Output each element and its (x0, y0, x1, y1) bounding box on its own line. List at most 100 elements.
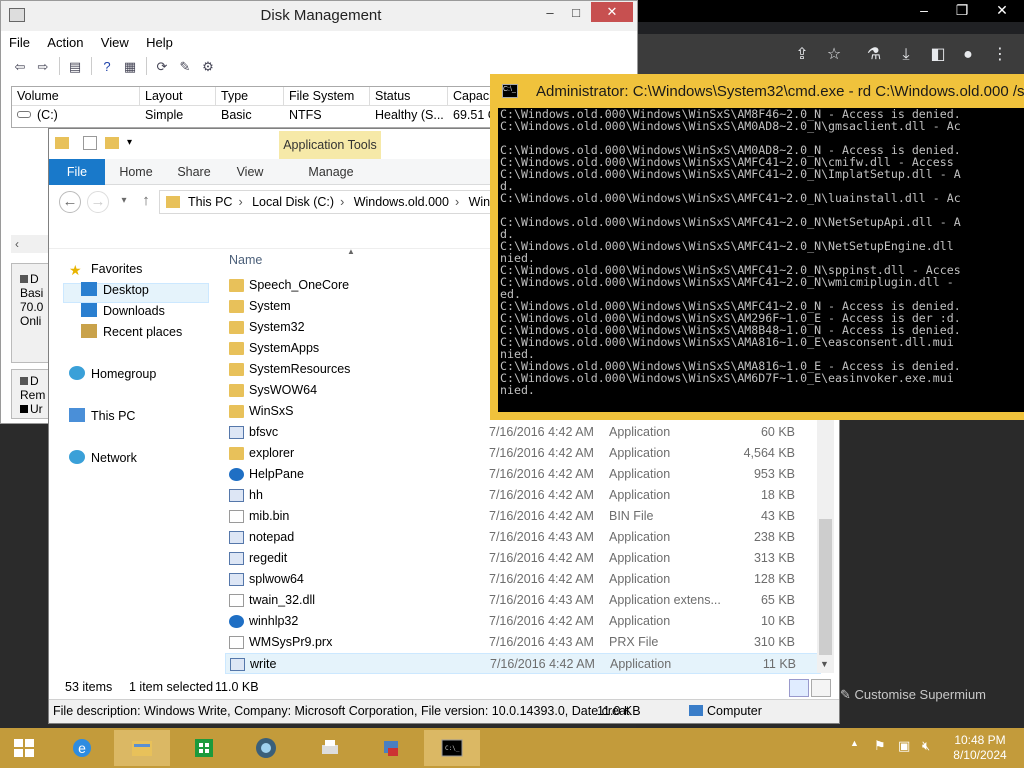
properties-icon[interactable]: ▦ (119, 57, 141, 77)
customise-button[interactable]: ✎ Customise Supermium (840, 684, 1010, 706)
dm-titlebar: Disk Management – □ ✕ (1, 1, 637, 31)
network-tray-icon[interactable]: ▣ (898, 738, 910, 754)
nav-favorites[interactable]: ★ Favorites (69, 259, 142, 279)
cmd-console[interactable]: C:\Windows.old.000\Windows\WinSxS\AM8F46… (498, 108, 1024, 412)
up-arrow-icon[interactable]: ↑ (135, 191, 157, 213)
nav-desktop[interactable]: Desktop (81, 280, 149, 300)
address-bar[interactable]: This PC › Local Disk (C:) › Windows.old.00… (159, 190, 499, 214)
details-view-icon[interactable] (789, 679, 809, 697)
properties-check-icon[interactable] (83, 136, 97, 150)
lab-flask-icon[interactable]: ⚗ (862, 44, 886, 66)
help-book-icon[interactable]: ? (96, 57, 118, 77)
dm-close-button[interactable]: ✕ (591, 2, 633, 22)
taskbar-store[interactable] (176, 730, 232, 766)
menu-action[interactable]: Action (47, 35, 83, 50)
file-row[interactable]: bfsvc 7/16/2016 4:42 AM Application 60 KB (225, 422, 821, 443)
nav-downloads[interactable]: Downloads (81, 301, 165, 321)
volume-muted-icon[interactable]: 🔇︎ (922, 738, 930, 754)
tab-share[interactable]: Share (169, 159, 219, 185)
col-type[interactable]: Type (216, 87, 284, 106)
close-icon[interactable]: ✕ (984, 0, 1020, 22)
breadcrumb-windows[interactable]: Win (469, 195, 491, 209)
recent-locations-icon[interactable]: ▾ (113, 191, 135, 213)
back-icon[interactable]: ← (59, 191, 81, 213)
menu-kebab-icon[interactable]: ⋮ (988, 44, 1012, 66)
disk1-label: D (12, 374, 52, 388)
nav-this-pc[interactable]: This PC (69, 406, 135, 426)
application-tools-tab[interactable]: Application Tools (279, 131, 381, 159)
col-status[interactable]: Status (370, 87, 448, 106)
bookmark-star-icon[interactable]: ☆ (822, 44, 846, 66)
side-panel-icon[interactable]: ◧ (926, 44, 950, 66)
profile-avatar-icon[interactable]: ● (956, 44, 980, 66)
scroll-down-icon[interactable]: ▼ (820, 659, 829, 669)
clock[interactable]: 10:48 PM 8/10/2024 (944, 733, 1016, 763)
column-header-name[interactable]: Name (229, 253, 262, 267)
file-row[interactable]: notepad 7/16/2016 4:43 AM Application 238 K… (225, 527, 821, 548)
forward-icon[interactable]: → (87, 191, 109, 213)
file-row[interactable]: hh 7/16/2016 4:42 AM Application 18 KB (225, 485, 821, 506)
large-icons-view-icon[interactable] (811, 679, 831, 697)
rescan-icon[interactable]: ✎ (174, 57, 196, 77)
breadcrumb-windowsold[interactable]: Windows.old.000 (354, 195, 449, 209)
taskbar-browser[interactable] (238, 730, 294, 766)
col-file-system[interactable]: File System (284, 87, 370, 106)
forward-arrow-icon[interactable]: ⇨ (32, 57, 54, 77)
breadcrumb-localdisk[interactable]: Local Disk (C:) (252, 195, 334, 209)
file-row[interactable]: WMSysPr9.prx 7/16/2016 4:43 AM PRX File 310… (225, 632, 821, 653)
taskbar-cmd[interactable]: C:\_ (424, 730, 480, 766)
scrollbar-thumb[interactable] (819, 519, 832, 655)
customize-qat-icon[interactable]: ▾ (127, 137, 132, 148)
cmd-titlebar[interactable]: C:\_ Administrator: C:\Windows\System32\… (490, 74, 1024, 108)
taskbar-file-explorer[interactable] (114, 730, 170, 766)
nav-network[interactable]: Network (69, 448, 137, 468)
file-name: winhlp32 (249, 614, 299, 628)
new-folder-icon[interactable] (105, 137, 119, 149)
menu-file[interactable]: File (9, 35, 30, 50)
file-row[interactable]: winhlp32 7/16/2016 4:42 AM Application 10 K… (225, 611, 821, 632)
file-name: SystemApps (249, 341, 320, 355)
breadcrumb-thispc[interactable]: This PC (188, 195, 232, 209)
action-center-flag-icon[interactable]: ⚑ (874, 738, 886, 754)
share-icon[interactable]: ⇪ (790, 44, 814, 66)
menu-help[interactable]: Help (146, 35, 173, 50)
console-tree-icon[interactable]: ▤ (64, 57, 86, 77)
tray-expand-icon[interactable]: ▲ (850, 738, 859, 748)
settings-icon[interactable]: ⚙ (197, 57, 219, 77)
dm-minimize-icon[interactable]: – (537, 3, 563, 25)
printer-icon (322, 740, 338, 754)
volume-row[interactable]: (C:) (12, 107, 140, 125)
file-row[interactable]: explorer 7/16/2016 4:42 AM Application 4,56… (225, 443, 821, 464)
cell-volume: (C:) (37, 108, 58, 122)
app-icon (229, 573, 244, 586)
taskbar-internet-explorer[interactable]: e (54, 730, 110, 766)
file-row[interactable]: mib.bin 7/16/2016 4:42 AM BIN File 43 KB (225, 506, 821, 527)
file-row[interactable]: regedit 7/16/2016 4:42 AM Application 313 K… (225, 548, 821, 569)
dm-maximize-icon[interactable]: □ (563, 3, 589, 25)
col-layout[interactable]: Layout (140, 87, 216, 106)
sort-up-icon: ▲ (347, 247, 355, 256)
file-row[interactable]: write 7/16/2016 4:42 AM Application 11 KB (225, 653, 821, 674)
tab-manage[interactable]: Manage (299, 159, 363, 185)
tab-home[interactable]: Home (111, 159, 161, 185)
restore-icon[interactable]: ❐ (944, 0, 980, 22)
nav-recent-places[interactable]: Recent places (81, 322, 182, 342)
refresh-icon[interactable]: ⟳ (151, 57, 173, 77)
download-icon[interactable]: ⤓ (894, 44, 918, 66)
tab-file[interactable]: File (49, 159, 105, 185)
nav-homegroup[interactable]: Homegroup (69, 364, 156, 384)
back-arrow-icon[interactable]: ⇦ (9, 57, 31, 77)
menu-view[interactable]: View (101, 35, 129, 50)
dm-scroll-left-icon[interactable]: ‹ (11, 235, 51, 253)
start-button[interactable] (0, 730, 48, 766)
file-row[interactable]: splwow64 7/16/2016 4:42 AM Application 128 … (225, 569, 821, 590)
file-row[interactable]: HelpPane 7/16/2016 4:42 AM Application 953 … (225, 464, 821, 485)
file-row[interactable]: twain_32.dll 7/16/2016 4:43 AM Application… (225, 590, 821, 611)
col-volume[interactable]: Volume (12, 87, 140, 106)
disk0-panel[interactable]: D Basi 70.0 Onli (11, 263, 53, 363)
minimize-icon[interactable]: – (906, 0, 942, 22)
taskbar-disk-management[interactable] (364, 730, 420, 766)
tab-view[interactable]: View (225, 159, 275, 185)
disk1-panel[interactable]: D Rem Ur (11, 369, 53, 419)
taskbar-printer-app[interactable] (302, 730, 358, 766)
